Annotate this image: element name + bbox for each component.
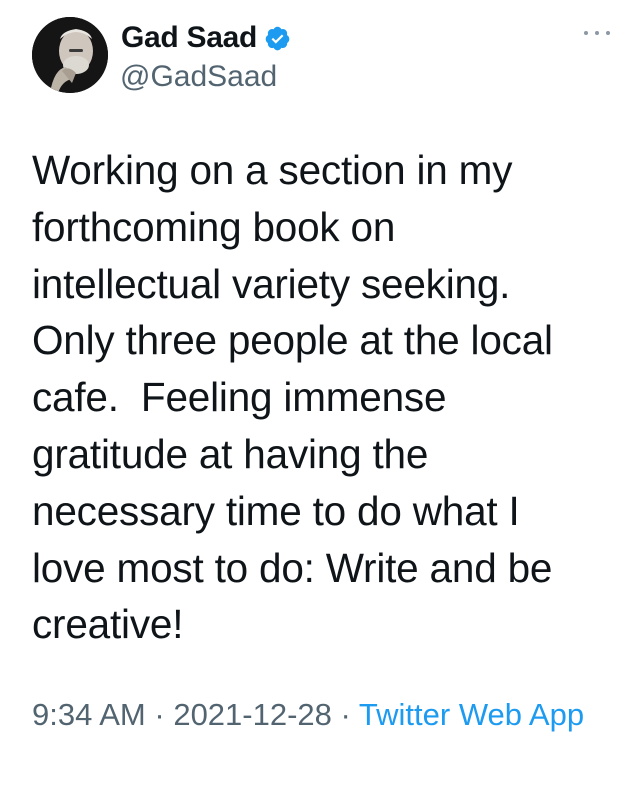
tweet: Gad Saad @GadSaad Working on a section i… [0,0,640,786]
tweet-line: love most to do: Write and be [32,544,553,591]
dot [595,31,599,35]
tweet-line: Working on a section in my [32,147,513,193]
author-name-row: Gad Saad [121,18,291,58]
meta-separator: · [340,697,351,732]
tweet-line: intellectual variety seeking. [32,260,511,307]
tweet-meta: 9:34 AM · 2021-12-28 · Twitter Web App [32,693,612,737]
tweet-line: necessary time to do what I [32,487,520,534]
avatar-photo-icon [32,17,108,93]
tweet-text: Working on a section in my forthcoming bo… [32,142,622,653]
tweet-line: cafe. Feeling immense [32,374,447,421]
tweet-line: creative! [32,601,184,648]
more-options-icon[interactable] [584,26,610,40]
tweet-source-link[interactable]: Twitter Web App [359,697,584,732]
dot [606,31,610,35]
tweet-time[interactable]: 9:34 AM [32,697,146,732]
tweet-date[interactable]: 2021-12-28 [173,697,332,732]
verified-badge-icon [264,25,291,52]
author-handle[interactable]: @GadSaad [120,60,277,94]
meta-separator: · [154,697,165,732]
display-name[interactable]: Gad Saad [121,21,257,55]
tweet-line: gratitude at having the [32,430,429,477]
tweet-line: forthcoming book on [32,203,396,250]
dot [584,31,588,35]
avatar[interactable] [32,17,108,93]
tweet-line: Only three people at the local [32,317,553,364]
